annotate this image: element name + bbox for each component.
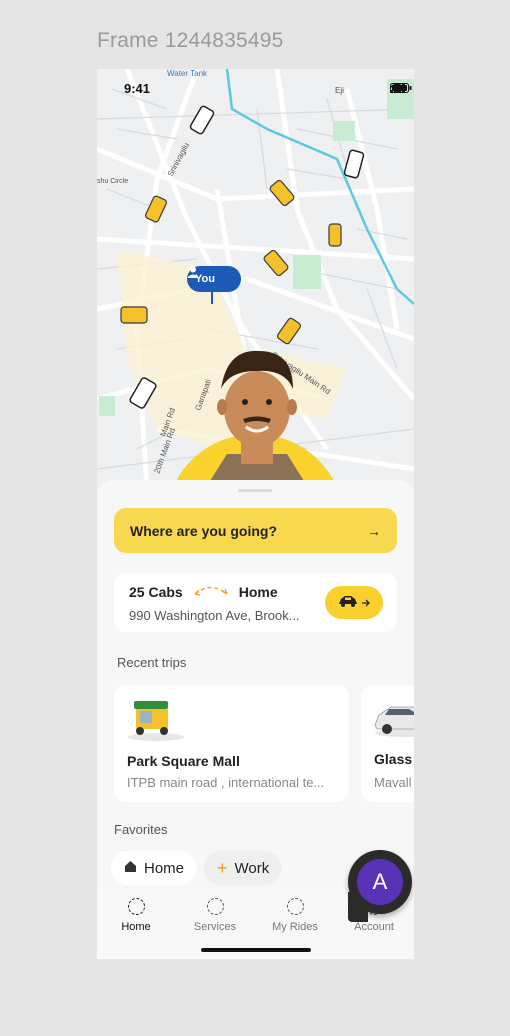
avatar: A <box>357 859 403 905</box>
phone-screen: Water Tank Srinivagilu Srinivagilu Main … <box>97 69 414 959</box>
nav-account-label: Account <box>354 921 394 933</box>
nav-home-label: Home <box>121 921 151 933</box>
account-avatar-button[interactable]: A <box>348 850 412 922</box>
auto-rickshaw-icon <box>126 695 190 741</box>
favorite-work-label: Work <box>234 859 270 877</box>
status-bar: 9:41 <box>97 69 414 107</box>
map-view[interactable]: Water Tank Srinivagilu Srinivagilu Main … <box>97 69 414 489</box>
bottom-sheet: Where are you going? → 25 Cabs Home 990 … <box>97 480 414 890</box>
frame-label: Frame 1244835495 <box>97 29 284 52</box>
house-icon <box>124 860 137 877</box>
destination-search-button[interactable]: Where are you going? → <box>114 508 397 553</box>
nav-my-rides[interactable]: My Rides <box>260 898 330 933</box>
home-indicator <box>201 948 311 952</box>
plus-icon: + <box>217 858 228 878</box>
book-cab-button[interactable] <box>325 586 383 619</box>
trip-name: Glass <box>374 751 413 767</box>
sheet-handle[interactable] <box>238 489 272 492</box>
nav-services[interactable]: Services <box>180 898 250 933</box>
add-work-chip[interactable]: + Work <box>204 851 283 885</box>
favorites-title: Favorites <box>114 822 168 837</box>
cab-card-header: 25 Cabs Home <box>129 584 278 600</box>
trip-name: Park Square Mall <box>127 753 240 769</box>
nav-home[interactable]: Home <box>101 898 171 933</box>
map-label-street-7: shu Circle <box>97 178 128 185</box>
favorite-home-chip[interactable]: Home <box>111 851 198 885</box>
trip-address: Mavall <box>374 775 412 790</box>
trip-card[interactable]: Park Square Mall ITPB main road , intern… <box>114 685 349 802</box>
nav-my-rides-label: My Rides <box>272 921 318 933</box>
status-time: 9:41 <box>124 81 151 96</box>
arrow-right-icon: → <box>367 522 381 539</box>
search-placeholder: Where are you going? <box>130 522 278 539</box>
trip-card[interactable]: Glass Mavall <box>361 685 414 802</box>
trip-address: ITPB main road , international te... <box>127 775 325 790</box>
cab-availability-card[interactable]: 25 Cabs Home 990 Washington Ave, Brook..… <box>114 573 397 632</box>
recent-trips-title: Recent trips <box>117 655 187 670</box>
arrow-right-icon <box>362 594 370 612</box>
you-location-pin[interactable]: You <box>187 266 241 304</box>
car-icon <box>338 594 358 612</box>
home-nav-icon <box>127 898 145 915</box>
cab-destination: Home <box>238 584 278 600</box>
cab-count: 25 Cabs <box>129 584 183 600</box>
nav-services-label: Services <box>193 921 237 933</box>
favorite-home-label: Home <box>144 859 185 877</box>
cab-address: 990 Washington Ave, Brook... <box>129 608 300 623</box>
map-canvas: Water Tank Srinivagilu Srinivagilu Main … <box>97 69 414 489</box>
services-nav-icon <box>206 898 224 915</box>
my-rides-nav-icon <box>286 898 304 915</box>
route-arrows-icon <box>193 584 229 600</box>
car-icon <box>373 695 414 741</box>
